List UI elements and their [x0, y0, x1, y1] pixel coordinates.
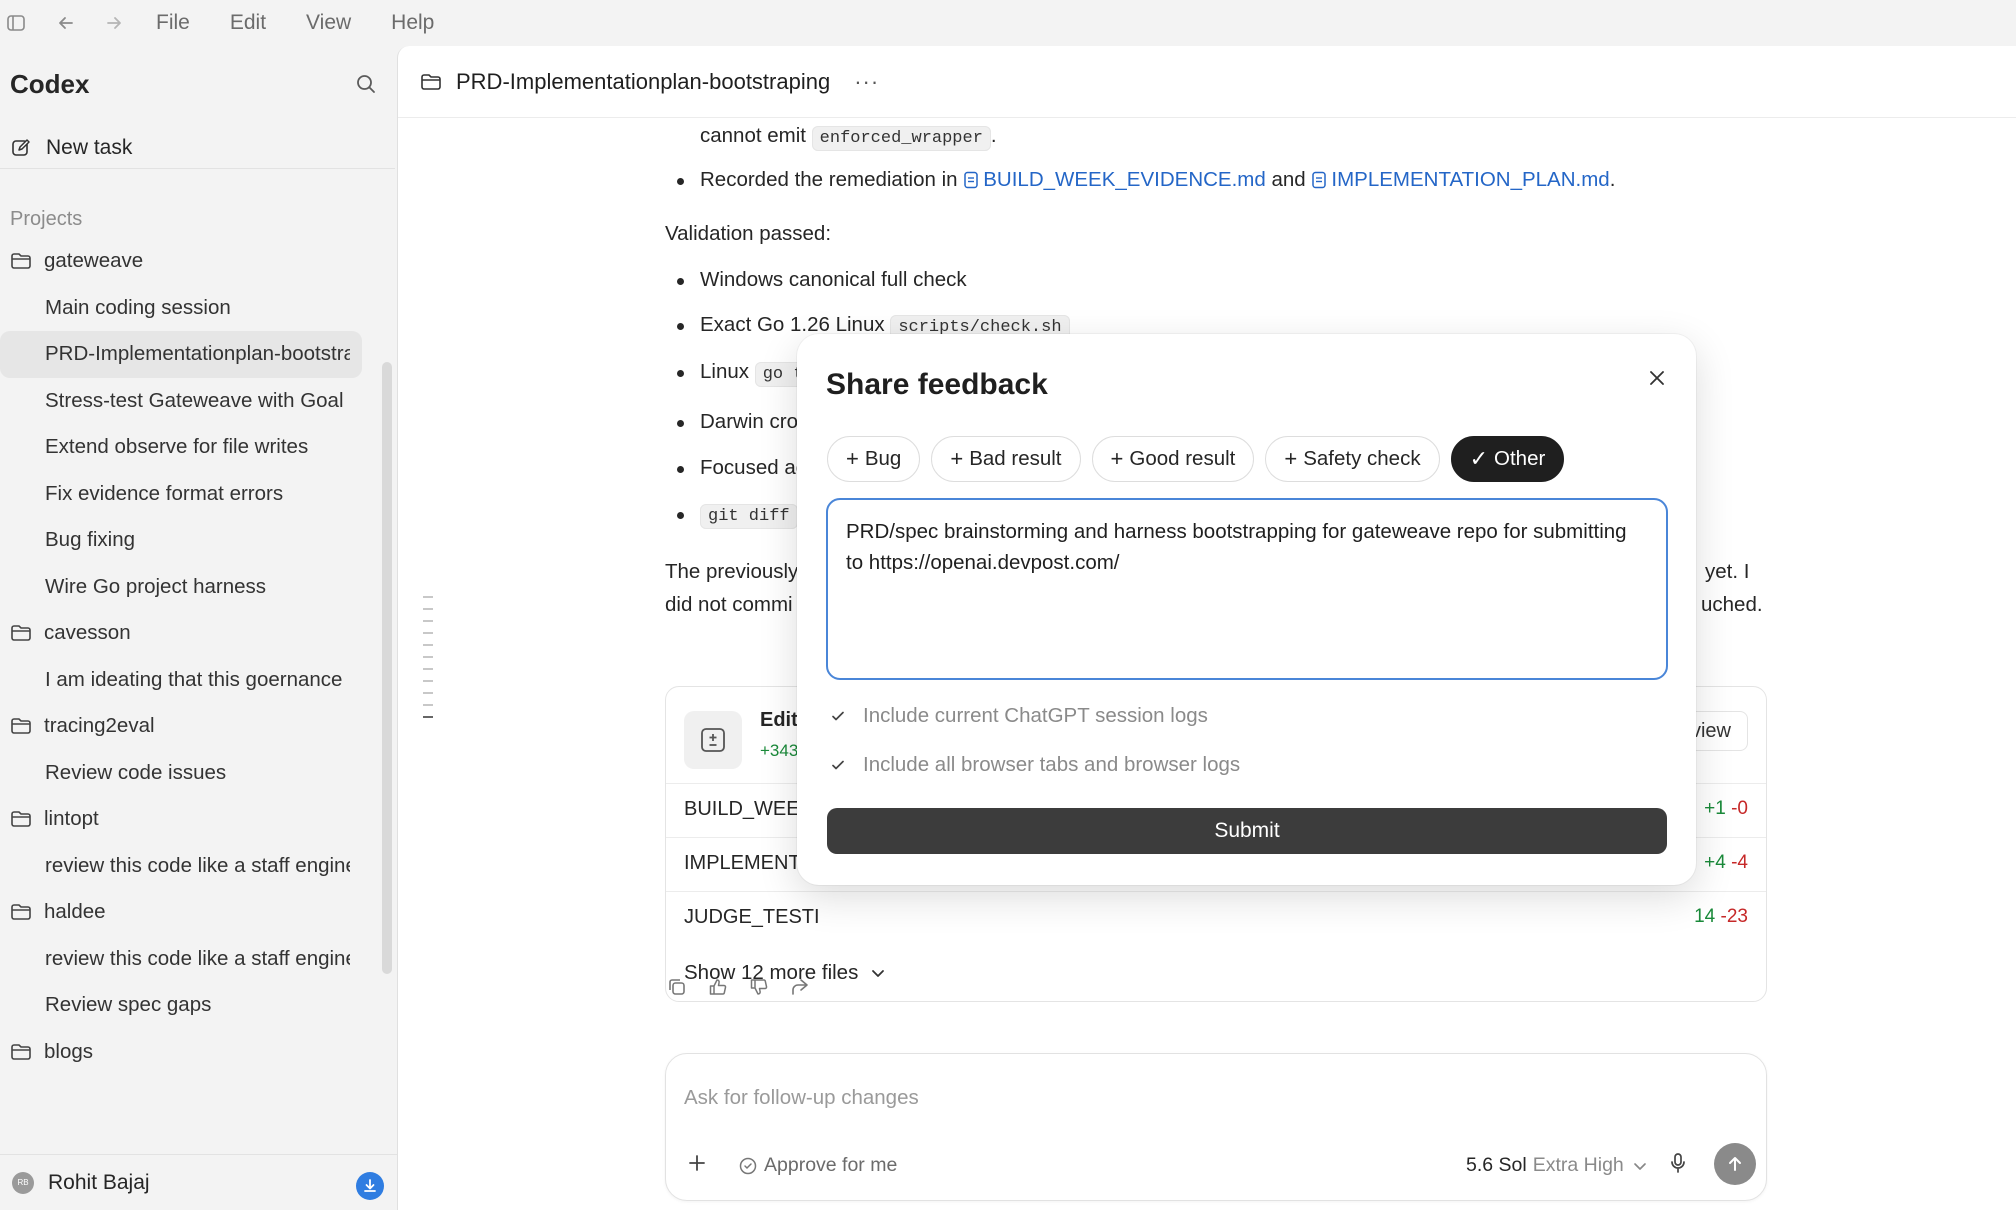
plus-icon: +	[1284, 446, 1298, 471]
include-browser-logs-checkbox[interactable]: Include all browser tabs and browser log…	[827, 753, 1240, 777]
chip-safety-check[interactable]: + Safety check	[1265, 436, 1440, 482]
chip-label: Bug	[864, 447, 902, 470]
chip-label: Safety check	[1303, 447, 1421, 470]
close-icon[interactable]	[1643, 364, 1671, 392]
chip-bad-result[interactable]: + Bad result	[931, 436, 1081, 482]
plus-icon: +	[846, 446, 859, 471]
checkmark-icon	[827, 705, 849, 727]
submit-button[interactable]: Submit	[827, 808, 1667, 854]
chip-other[interactable]: ✓ Other	[1450, 436, 1565, 482]
check-icon: ✓	[1469, 446, 1489, 471]
dialog-title: Share feedback	[826, 368, 1048, 401]
feedback-textarea[interactable]: PRD/spec brainstorming and harness boots…	[826, 498, 1668, 680]
checkbox-label: Include current ChatGPT session logs	[863, 704, 1208, 727]
chip-bug[interactable]: + Bug	[827, 436, 921, 482]
share-feedback-dialog: Share feedback + Bug + Bad result + Good re…	[797, 334, 1696, 885]
chip-label: Bad result	[969, 447, 1062, 470]
plus-icon: +	[950, 446, 964, 471]
chip-label: Good result	[1129, 447, 1236, 470]
plus-icon: +	[1110, 446, 1124, 471]
checkmark-icon	[827, 754, 849, 776]
checkbox-label: Include all browser tabs and browser log…	[863, 753, 1241, 776]
feedback-category-chips: + Bug + Bad result + Good result + Safety ch…	[827, 436, 1575, 482]
chip-good-result[interactable]: + Good result	[1091, 436, 1255, 482]
chip-label: Other	[1494, 447, 1546, 470]
include-session-logs-checkbox[interactable]: Include current ChatGPT session logs	[827, 704, 1208, 728]
